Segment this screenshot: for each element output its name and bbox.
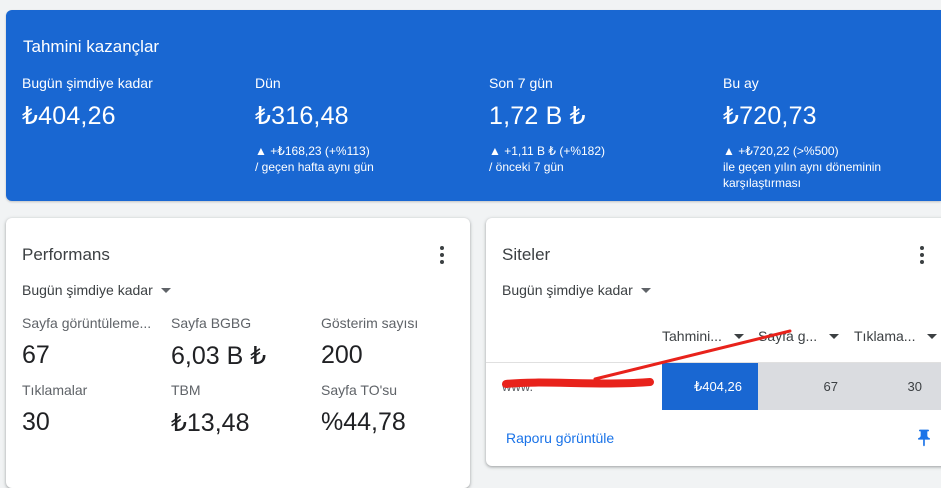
red-annotation-scribble	[502, 329, 792, 388]
